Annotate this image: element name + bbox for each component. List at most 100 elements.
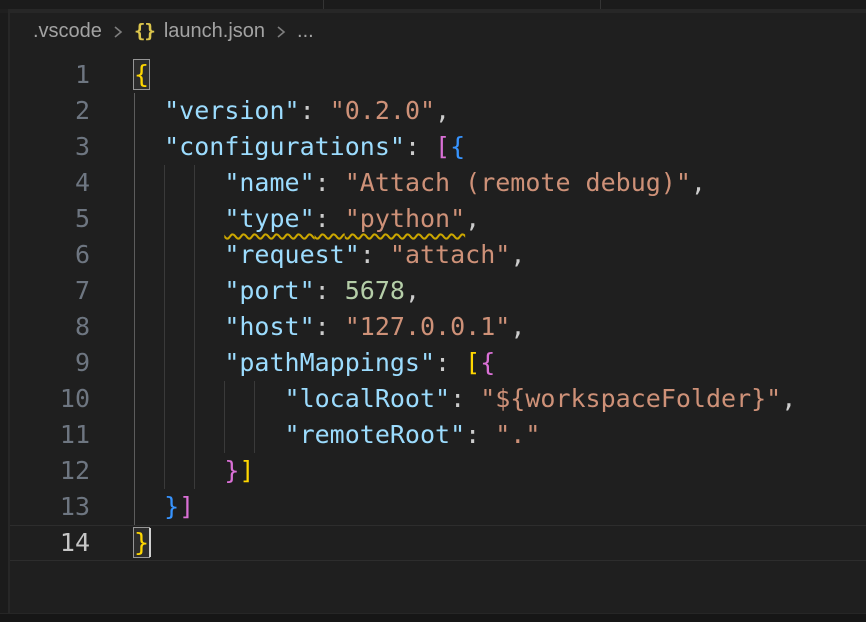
token-pun: : xyxy=(360,240,390,269)
code-line-text[interactable]: "configurations": [{ xyxy=(134,129,465,165)
tab-separator xyxy=(600,0,601,9)
code-line-text[interactable]: }] xyxy=(134,453,254,489)
line-number[interactable]: 7 xyxy=(10,273,90,309)
indent-guide xyxy=(164,309,165,345)
line-number[interactable]: 2 xyxy=(10,93,90,129)
code-line[interactable]: 4 "name": "Attach (remote debug)", xyxy=(10,165,866,201)
line-number[interactable]: 9 xyxy=(10,345,90,381)
line-number[interactable]: 14 xyxy=(10,525,90,561)
indent-guide xyxy=(164,453,165,489)
token-pun: : xyxy=(315,276,345,305)
code-line[interactable]: 11 "remoteRoot": "." xyxy=(10,417,866,453)
bracket-match: } xyxy=(134,528,149,557)
indent-guide xyxy=(254,417,255,453)
chevron-right-icon xyxy=(111,23,125,39)
token-key: "host" xyxy=(224,312,314,341)
indent-spaces xyxy=(134,348,224,377)
line-number[interactable]: 1 xyxy=(10,57,90,93)
code-line[interactable]: 9 "pathMappings": [{ xyxy=(10,345,866,381)
line-number[interactable]: 4 xyxy=(10,165,90,201)
line-number[interactable]: 3 xyxy=(10,129,90,165)
code-line-text[interactable]: } xyxy=(134,525,149,561)
token-pun: , xyxy=(691,168,706,197)
chevron-right-icon xyxy=(274,23,288,39)
code-line-text[interactable]: "remoteRoot": "." xyxy=(134,417,540,453)
indent-spaces xyxy=(134,168,224,197)
token-key: "version" xyxy=(164,96,299,125)
code-line-text[interactable]: "pathMappings": [{ xyxy=(134,345,495,381)
indent-guide xyxy=(164,345,165,381)
code-line-text[interactable]: { xyxy=(134,57,149,93)
line-number[interactable]: 10 xyxy=(10,381,90,417)
token-pun: , xyxy=(465,204,480,233)
line-number[interactable]: 6 xyxy=(10,237,90,273)
indent-guide xyxy=(164,201,165,237)
code-line[interactable]: 7 "port": 5678, xyxy=(10,273,866,309)
code-line[interactable]: 10 "localRoot": "${workspaceFolder}", xyxy=(10,381,866,417)
token-pun: : xyxy=(435,348,465,377)
tab-separator xyxy=(323,0,324,9)
indent-spaces xyxy=(134,276,224,305)
code-line-text[interactable]: "type": "python", xyxy=(134,201,480,237)
json-brackets-icon: {} xyxy=(134,20,155,42)
line-number[interactable]: 11 xyxy=(10,417,90,453)
code-editor: .vscode {} launch.json ... 1{2 "version"… xyxy=(10,13,866,613)
token-b2: { xyxy=(480,348,495,377)
sidebar-edge xyxy=(0,13,8,614)
line-number[interactable]: 13 xyxy=(10,489,90,525)
code-line[interactable]: 5 "type": "python", xyxy=(10,201,866,237)
code-line-text[interactable]: "localRoot": "${workspaceFolder}", xyxy=(134,381,796,417)
code-line[interactable]: 3 "configurations": [{ xyxy=(10,129,866,165)
indent-guide xyxy=(224,417,225,453)
token-str: "attach" xyxy=(390,240,510,269)
indent-guide xyxy=(254,381,255,417)
code-line[interactable]: 1{ xyxy=(10,57,866,93)
indent-guide xyxy=(134,129,135,165)
line-number[interactable]: 5 xyxy=(10,201,90,237)
indent-guide xyxy=(164,381,165,417)
indent-spaces xyxy=(134,456,224,485)
line-number[interactable]: 12 xyxy=(10,453,90,489)
token-pun: : xyxy=(315,312,345,341)
indent-guide xyxy=(194,381,195,417)
line-number[interactable]: 8 xyxy=(10,309,90,345)
token-str: "127.0.0.1" xyxy=(345,312,511,341)
indent-guide xyxy=(134,93,135,129)
breadcrumb-item-more[interactable]: ... xyxy=(297,20,314,43)
code-line-text[interactable]: "host": "127.0.0.1", xyxy=(134,309,525,345)
token-b2: } xyxy=(224,456,239,485)
indent-guide xyxy=(194,165,195,201)
indent-guide xyxy=(134,237,135,273)
token-str: "0.2.0" xyxy=(330,96,435,125)
indent-guide xyxy=(134,165,135,201)
token-pun: , xyxy=(435,96,450,125)
code-line[interactable]: 12 }] xyxy=(10,453,866,489)
breadcrumb-item-file[interactable]: launch.json xyxy=(164,20,265,43)
token-b3: { xyxy=(450,132,465,161)
indent-guide xyxy=(164,237,165,273)
indent-guide xyxy=(224,381,225,417)
token-num: 5678 xyxy=(345,276,405,305)
text-cursor xyxy=(149,528,151,557)
token-b2: [ xyxy=(435,132,450,161)
code-line[interactable]: 14} xyxy=(10,525,866,561)
indent-guide xyxy=(164,417,165,453)
token-pun: : xyxy=(315,168,345,197)
panel-edge xyxy=(0,613,866,622)
code-line-text[interactable]: }] xyxy=(134,489,194,525)
indent-guide xyxy=(134,345,135,381)
code-line[interactable]: 13 }] xyxy=(10,489,866,525)
code-area[interactable]: 1{2 "version": "0.2.0",3 "configurations… xyxy=(10,57,866,561)
token-pun: : xyxy=(465,420,495,449)
code-line-text[interactable]: "name": "Attach (remote debug)", xyxy=(134,165,706,201)
code-line[interactable]: 8 "host": "127.0.0.1", xyxy=(10,309,866,345)
code-line[interactable]: 6 "request": "attach", xyxy=(10,237,866,273)
indent-guide xyxy=(194,273,195,309)
indent-guide xyxy=(134,273,135,309)
code-line-text[interactable]: "version": "0.2.0", xyxy=(134,93,450,129)
code-line-text[interactable]: "port": 5678, xyxy=(134,273,420,309)
breadcrumb-item-folder[interactable]: .vscode xyxy=(33,20,102,43)
code-line[interactable]: 2 "version": "0.2.0", xyxy=(10,93,866,129)
indent-spaces xyxy=(134,204,224,233)
code-line-text[interactable]: "request": "attach", xyxy=(134,237,525,273)
